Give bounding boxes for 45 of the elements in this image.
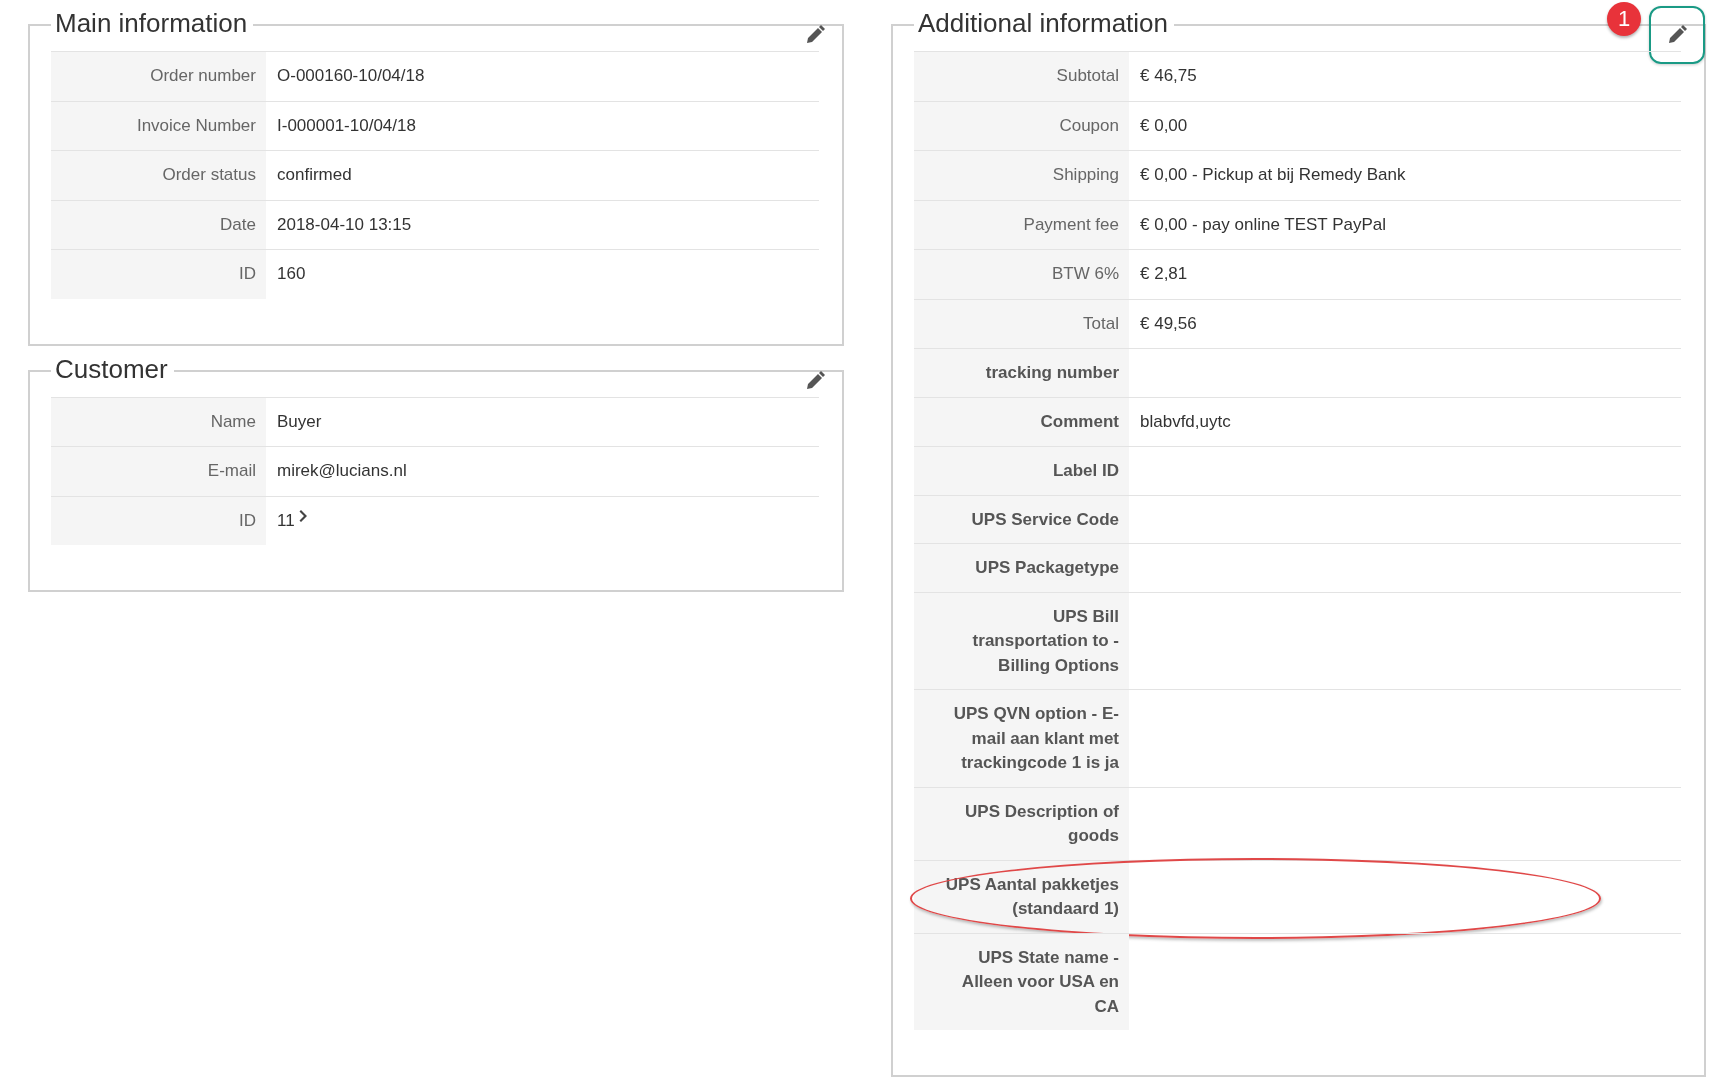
field-label: Order number <box>51 52 266 101</box>
field-value: blabvfd,uytc <box>1140 410 1231 433</box>
field-label: Payment fee <box>914 200 1129 249</box>
field-label: tracking number <box>914 349 1129 397</box>
field-value: I-000001-10/04/18 <box>277 114 416 137</box>
step-badge: 1 <box>1607 2 1641 36</box>
field-value: € 46,75 <box>1140 65 1197 87</box>
field-label: E-mail <box>51 447 266 496</box>
field-label: UPS Bill transportation to - Billing Options <box>914 592 1129 689</box>
field-label: UPS Aantal pakketjes (standaard 1) <box>914 860 1129 933</box>
field-value: confirmed <box>277 164 352 186</box>
field-label: Date <box>51 200 266 249</box>
field-value: 11 <box>277 509 295 532</box>
field-label: Shipping <box>914 151 1129 200</box>
field-label: UPS Packagetype <box>914 544 1129 592</box>
field-value: € 0,00 <box>1140 114 1188 137</box>
field-value: 160 <box>277 263 306 285</box>
field-label: Order status <box>51 151 266 200</box>
field-label: Invoice Number <box>51 101 266 150</box>
field-label: Label ID <box>914 447 1129 495</box>
edit-button[interactable] <box>1649 6 1705 64</box>
field-label: Total <box>914 299 1129 348</box>
pencil-icon <box>805 370 825 391</box>
field-label: Name <box>51 397 266 446</box>
field-value: 2018-04-10 13:15 <box>277 213 412 236</box>
field-value: Buyer <box>277 410 322 433</box>
field-value: € 2,81 <box>1140 263 1188 285</box>
field-label: UPS Description of goods <box>914 787 1129 860</box>
field-label: ID <box>51 250 266 299</box>
field-value: € 49,56 <box>1140 312 1197 335</box>
pencil-icon <box>805 25 825 45</box>
field-label: Coupon <box>914 101 1129 150</box>
field-label: UPS Service Code <box>914 495 1129 543</box>
chevron-icon[interactable] <box>298 508 309 523</box>
field-value: mirek@lucians.nl <box>277 460 407 482</box>
field-label: Comment <box>914 397 1129 446</box>
pencil-icon <box>1667 25 1687 45</box>
field-value: O-000160-10/04/18 <box>277 65 425 87</box>
field-label: UPS QVN option - E-mail aan klant met trackingcode 1 is ja <box>914 690 1129 787</box>
field-label: BTW 6% <box>914 250 1129 299</box>
field-label: UPS State name - Alleen voor USA en CA <box>914 933 1129 1030</box>
field-label: ID <box>51 496 266 545</box>
field-value: € 0,00 - pay online TEST PayPal <box>1140 213 1387 236</box>
field-label: Subtotal <box>914 52 1129 101</box>
field-value: € 0,00 - Pickup at bij Remedy Bank <box>1140 164 1406 186</box>
